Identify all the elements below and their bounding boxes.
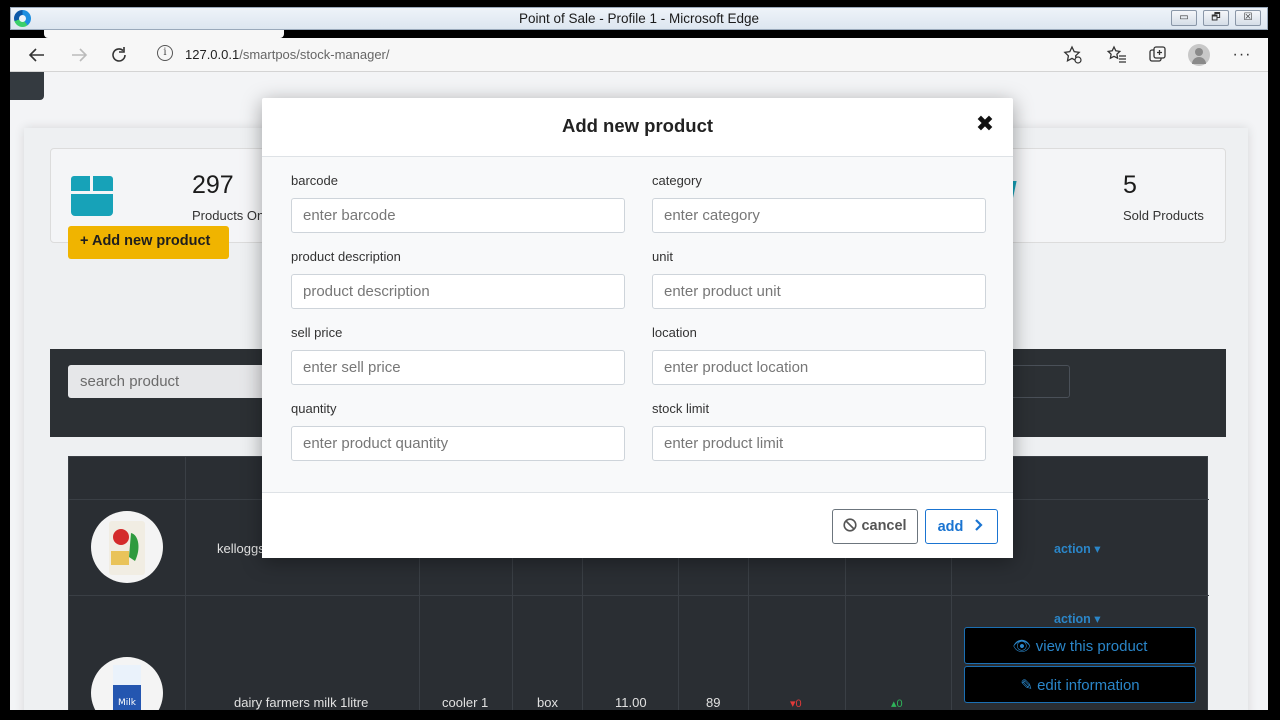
window-title: Point of Sale - Profile 1 - Microsoft Ed…: [518, 11, 760, 26]
action-dropdown[interactable]: action ▾: [1054, 541, 1101, 556]
add-button[interactable]: add: [925, 509, 998, 544]
url-path: /smartpos/stock-manager/: [239, 47, 390, 62]
modal-footer: cancel add: [262, 492, 1013, 558]
back-icon[interactable]: [26, 44, 48, 66]
product-price: 11.00: [615, 695, 647, 710]
forward-icon[interactable]: [68, 44, 90, 66]
stock-limit-label: stock limit: [652, 401, 710, 416]
stock-up-indicator: ▴0: [891, 698, 903, 710]
stock-limit-field[interactable]: [652, 426, 986, 461]
url-host: 127.0.0.1: [185, 47, 240, 62]
cancel-label: cancel: [861, 518, 907, 534]
product-name: dairy farmers milk 1litre: [234, 695, 369, 710]
modal-header: Add new product ✖: [262, 98, 1013, 157]
search-button[interactable]: [1008, 365, 1070, 398]
more-icon[interactable]: ···: [1231, 44, 1253, 66]
chevron-right-icon: [967, 519, 985, 535]
product-unit: box: [537, 695, 558, 710]
browser-window: Point of Sale - Profile 1 - Microsoft Ed…: [0, 0, 1280, 720]
sold-count: 5: [1123, 171, 1137, 199]
address-bar: i 127.0.0.1/smartpos/stock-manager/ ···: [10, 38, 1268, 72]
product-quantity: 89: [706, 695, 721, 710]
quantity-label: quantity: [291, 401, 337, 416]
tab-strip: [10, 30, 1268, 38]
svg-text:Milk: Milk: [118, 698, 137, 708]
restore-button[interactable]: 🗗: [1203, 10, 1229, 26]
eye-icon: 👁: [1012, 638, 1036, 655]
action-dropdown[interactable]: action ▾: [1054, 611, 1101, 626]
view-product-menu-item[interactable]: 👁 view this product: [964, 627, 1196, 664]
plus-icon: +: [80, 233, 92, 249]
location-field[interactable]: [652, 350, 986, 385]
unit-label: unit: [652, 249, 673, 264]
product-name: kelloggs: [217, 541, 265, 556]
product-description-label: product description: [291, 249, 401, 264]
category-label: category: [652, 173, 702, 188]
unit-field[interactable]: [652, 274, 986, 309]
quantity-field[interactable]: [291, 426, 625, 461]
product-thumbnail: Milk: [91, 657, 163, 710]
sold-label: Sold Products: [1123, 208, 1204, 223]
favorites-icon[interactable]: [1106, 44, 1128, 66]
product-location: cooler 1: [442, 695, 489, 710]
modal-body: barcode category product description uni…: [262, 157, 1013, 492]
window-titlebar: Point of Sale - Profile 1 - Microsoft Ed…: [10, 7, 1268, 30]
barcode-field[interactable]: [291, 198, 625, 233]
barcode-label: barcode: [291, 173, 338, 188]
refresh-icon[interactable]: [108, 44, 130, 66]
active-tab[interactable]: [44, 30, 284, 38]
add-product-modal: Add new product ✖ barcode category produ…: [262, 98, 1013, 558]
product-thumbnail: [91, 511, 163, 583]
cancel-button[interactable]: cancel: [832, 509, 918, 544]
view-product-label: view this product: [1035, 638, 1148, 655]
close-window-button[interactable]: ☒: [1235, 10, 1261, 26]
minimize-button[interactable]: ▭: [1171, 10, 1197, 26]
info-icon[interactable]: i: [157, 45, 173, 61]
edit-information-menu-item[interactable]: ✎ edit information: [964, 666, 1196, 703]
box-icon: [71, 176, 113, 216]
sell-price-field[interactable]: [291, 350, 625, 385]
location-label: location: [652, 325, 697, 340]
add-new-product-button[interactable]: + Add new product: [68, 226, 229, 259]
category-field[interactable]: [652, 198, 986, 233]
sell-price-label: sell price: [291, 325, 343, 340]
ban-icon: [843, 518, 861, 534]
modal-title: Add new product: [561, 115, 714, 136]
page-nav-tab[interactable]: [10, 72, 44, 100]
edit-information-label: edit information: [1037, 677, 1140, 694]
stock-down-indicator: ▾0: [790, 698, 802, 710]
close-icon[interactable]: ✖: [974, 113, 996, 135]
url-text: 127.0.0.1/smartpos/stock-manager/: [185, 47, 390, 62]
edit-icon: ✎: [1020, 677, 1038, 694]
products-label: Products On: [192, 208, 265, 223]
product-description-field[interactable]: [291, 274, 625, 309]
favorite-add-icon[interactable]: [1062, 44, 1084, 66]
products-count: 297: [192, 171, 234, 199]
collections-icon[interactable]: [1147, 44, 1169, 66]
url-field[interactable]: i 127.0.0.1/smartpos/stock-manager/: [145, 42, 1185, 68]
add-new-product-label: Add new product: [91, 233, 211, 249]
add-label: add: [937, 519, 964, 535]
profile-icon[interactable]: [1188, 44, 1210, 66]
